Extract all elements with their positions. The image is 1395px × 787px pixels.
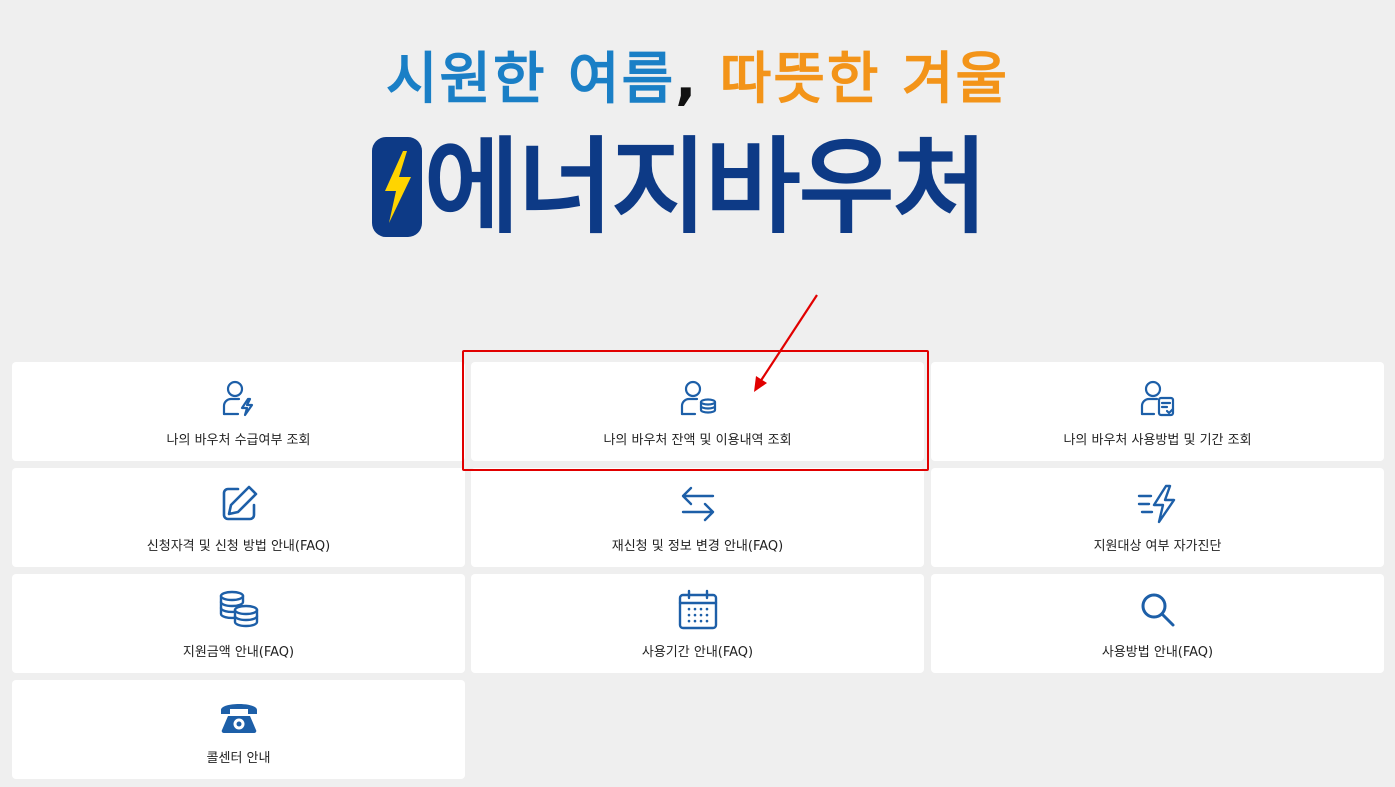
tagline: 시원한 여름, 따뜻한 겨울 xyxy=(0,44,1395,116)
menu-usage-period-faq[interactable]: 사용기간 안내(FAQ) xyxy=(471,574,924,673)
brand-title: 에너지바우처 xyxy=(424,126,988,248)
swap-arrows-icon xyxy=(677,482,719,526)
menu-label: 지원대상 여부 자가진단 xyxy=(1093,539,1222,554)
user-bolt-icon xyxy=(219,376,259,420)
calendar-icon xyxy=(677,588,719,632)
menu-self-diagnosis[interactable]: 지원대상 여부 자가진단 xyxy=(931,468,1384,567)
brand-logo: 에너지바우처 xyxy=(372,128,1052,246)
menu-label: 사용기간 안내(FAQ) xyxy=(641,645,754,660)
tagline-comma: , xyxy=(675,47,699,112)
menu-eligibility-faq[interactable]: 신청자격 및 신청 방법 안내(FAQ) xyxy=(12,468,465,567)
menu-label: 나의 바우처 잔액 및 이용내역 조회 xyxy=(603,433,792,448)
tagline-winter: 따뜻한 겨울 xyxy=(719,47,1009,112)
menu-label: 지원금액 안내(FAQ) xyxy=(182,645,295,660)
energy-voucher-page: 시원한 여름, 따뜻한 겨울 에너지바우처 나의 바우처 수급여부 조회 나의 … xyxy=(0,0,1395,787)
menu-reapply-faq[interactable]: 재신청 및 정보 변경 안내(FAQ) xyxy=(471,468,924,567)
menu-support-amount-faq[interactable]: 지원금액 안내(FAQ) xyxy=(12,574,465,673)
user-coins-icon xyxy=(677,376,719,420)
menu-usage-method-faq[interactable]: 사용방법 안내(FAQ) xyxy=(931,574,1384,673)
lightning-bolt-icon xyxy=(372,137,422,237)
menu-voucher-eligibility[interactable]: 나의 바우처 수급여부 조회 xyxy=(12,362,465,461)
menu-label: 나의 바우처 수급여부 조회 xyxy=(166,433,311,448)
user-document-icon xyxy=(1137,376,1179,420)
fast-bolt-icon xyxy=(1136,482,1180,526)
phone-icon xyxy=(218,694,260,738)
menu-label: 콜센터 안내 xyxy=(206,751,271,766)
coin-stack-icon xyxy=(217,588,261,632)
menu-label: 사용방법 안내(FAQ) xyxy=(1101,645,1214,660)
edit-icon xyxy=(218,482,260,526)
menu-label: 나의 바우처 사용방법 및 기간 조회 xyxy=(1063,433,1252,448)
menu-label: 신청자격 및 신청 방법 안내(FAQ) xyxy=(146,539,331,554)
menu-voucher-usage-period[interactable]: 나의 바우처 사용방법 및 기간 조회 xyxy=(931,362,1384,461)
search-icon xyxy=(1138,588,1178,632)
menu-voucher-balance-history[interactable]: 나의 바우처 잔액 및 이용내역 조회 xyxy=(471,362,924,461)
menu-call-center[interactable]: 콜센터 안내 xyxy=(12,680,465,779)
menu-label: 재신청 및 정보 변경 안내(FAQ) xyxy=(611,539,784,554)
tagline-summer: 시원한 여름 xyxy=(386,47,676,112)
